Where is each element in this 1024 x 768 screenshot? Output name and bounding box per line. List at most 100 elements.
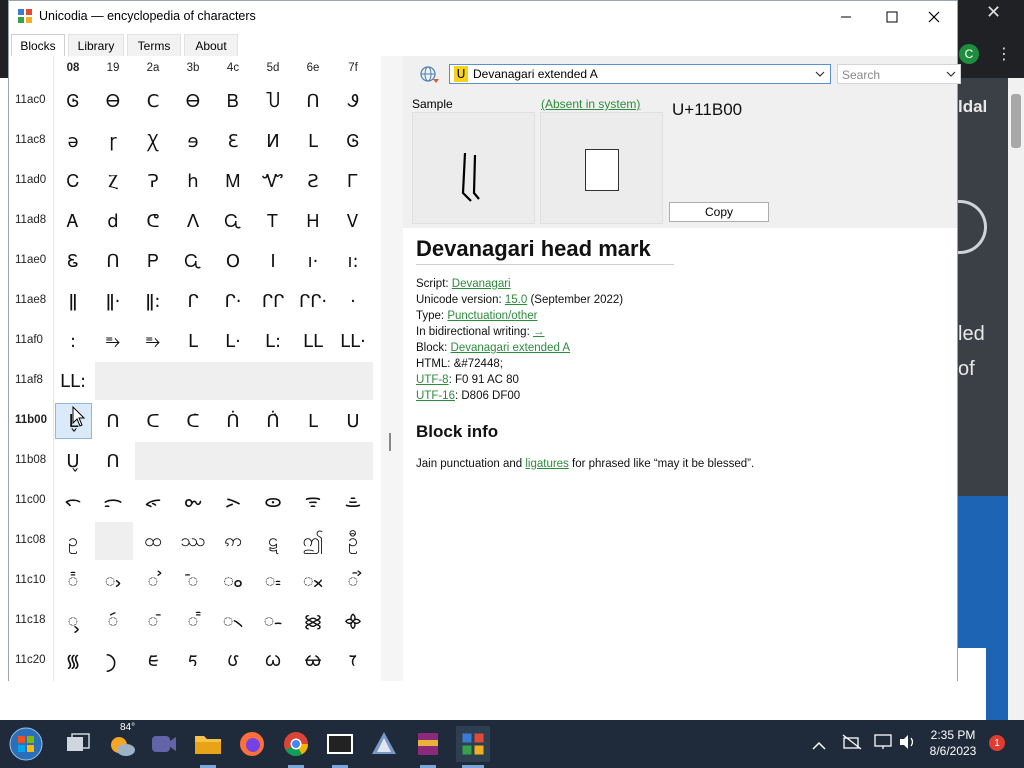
close-button[interactable]: [911, 1, 957, 32]
char-cell[interactable]: ᰁ: [173, 642, 213, 680]
display-tray-button[interactable]: [874, 734, 894, 754]
chevron-down-icon[interactable]: [946, 71, 956, 78]
char-cell[interactable]: Ꮹ: [213, 202, 253, 240]
network-tray-button[interactable]: [842, 734, 862, 754]
char-cell[interactable]: ᯪ: [213, 562, 253, 600]
winrar-button[interactable]: [412, 728, 444, 760]
char-cell[interactable]: ᯾: [53, 642, 93, 680]
char-cell[interactable]: ɘ: [173, 122, 213, 160]
char-cell[interactable]: Ⴎ: [253, 82, 293, 120]
ligatures-link[interactable]: ligatures: [525, 458, 568, 470]
char-cell[interactable]: ᯞ: [53, 482, 93, 520]
char-cell[interactable]: ᰃ: [253, 642, 293, 680]
utf16-link[interactable]: UTF-16: [416, 390, 455, 402]
char-cell[interactable]: Ꮆ: [53, 82, 93, 120]
char-cell[interactable]: Ꮲ: [133, 242, 173, 280]
title-bar[interactable]: Unicodia — encyclopedia of characters: [9, 1, 957, 32]
char-cell[interactable]: ᯭ: [333, 562, 373, 600]
char-cell[interactable]: ᑏ̇: [253, 402, 293, 440]
char-cell[interactable]: ᯬ: [293, 562, 333, 600]
panel-splitter[interactable]: [381, 56, 403, 681]
char-cell[interactable]: :: [53, 322, 93, 360]
char-cell[interactable]: ǁ: [53, 282, 93, 320]
char-cell[interactable]: ᒪᒪ:: [53, 362, 93, 400]
browser-scrollbar-thumb[interactable]: [1011, 94, 1021, 148]
char-cell[interactable]: ı:: [333, 242, 373, 280]
char-cell[interactable]: d: [93, 202, 133, 240]
char-cell[interactable]: ဋ: [253, 522, 293, 560]
char-cell[interactable]: ᒪᒪ: [293, 322, 333, 360]
char-cell[interactable]: ᰂ: [213, 642, 253, 680]
char-cell[interactable]: ᑎ: [93, 402, 133, 440]
char-cell[interactable]: Λ: [173, 202, 213, 240]
char-cell[interactable]: ⥱: [93, 322, 133, 360]
char-cell[interactable]: И: [253, 122, 293, 160]
absent-in-system-link[interactable]: (Absent in system): [541, 97, 640, 111]
char-cell[interactable]: Ꭺ: [53, 202, 93, 240]
file-explorer-button[interactable]: [192, 728, 224, 760]
browser-profile-avatar[interactable]: C: [959, 44, 979, 64]
char-cell[interactable]: ဢ: [213, 522, 253, 560]
char-cell[interactable]: ᒋᒋ·: [293, 282, 333, 320]
chrome-button[interactable]: [280, 728, 312, 760]
char-cell[interactable]: Ո: [293, 82, 333, 120]
char-cell[interactable]: Ɂ: [133, 162, 173, 200]
char-cell[interactable]: Ꮋ: [293, 202, 333, 240]
char-cell[interactable]: ᯽: [333, 602, 373, 640]
char-cell[interactable]: Ⅽ: [133, 82, 173, 120]
char-cell[interactable]: Ⲍ: [93, 162, 133, 200]
start-button[interactable]: [8, 726, 44, 762]
meet-app-button[interactable]: [148, 728, 180, 760]
tab-about[interactable]: About: [184, 34, 238, 56]
char-cell[interactable]: ә: [53, 122, 93, 160]
firefox-button[interactable]: [236, 728, 268, 760]
char-cell[interactable]: ᒪ: [293, 402, 333, 440]
char-cell[interactable]: ⥱: [133, 322, 173, 360]
char-cell[interactable]: ᯲: [213, 602, 253, 640]
char-cell[interactable]: ᒋᒋ: [253, 282, 293, 320]
clock[interactable]: 2:35 PM 8/6/2023: [926, 728, 980, 758]
7zip-button[interactable]: [324, 728, 356, 760]
char-cell[interactable]: ᑎ: [93, 442, 133, 480]
tab-blocks[interactable]: Blocks: [11, 34, 65, 56]
char-cell[interactable]: Ո: [93, 242, 133, 280]
minimize-button[interactable]: [823, 1, 869, 32]
char-cell[interactable]: ᑕ: [133, 402, 173, 440]
block-dropdown[interactable]: ᑌ Devanagari extended A: [449, 64, 831, 84]
char-cell[interactable]: Ꮎ: [173, 82, 213, 120]
char-cell[interactable]: h: [173, 162, 213, 200]
char-cell[interactable]: ᯟ: [93, 482, 133, 520]
type-link[interactable]: Punctuation/other: [447, 310, 537, 322]
browser-close-icon[interactable]: ✕: [986, 2, 1001, 23]
char-cell[interactable]: ᯮ: [53, 602, 93, 640]
copy-button[interactable]: Copy: [669, 202, 769, 222]
char-cell[interactable]: ᯱ: [173, 602, 213, 640]
inkscape-button[interactable]: [368, 728, 400, 760]
char-cell[interactable]: Ꮹ: [173, 242, 213, 280]
char-cell[interactable]: Ƨ: [293, 162, 333, 200]
char-cell[interactable]: ဿ: [173, 522, 213, 560]
char-cell[interactable]: Ꮩ: [333, 202, 373, 240]
char-cell[interactable]: ᕦ: [133, 202, 173, 240]
task-view-button[interactable]: [62, 728, 94, 760]
unicodia-taskbar-button[interactable]: [456, 726, 490, 762]
char-cell[interactable]: ǁ·: [93, 282, 133, 320]
char-cell[interactable]: ဦ: [333, 522, 373, 560]
char-cell[interactable]: ᒪᒪ·: [333, 322, 373, 360]
char-cell[interactable]: Ꮁ: [333, 162, 373, 200]
splitter-grip[interactable]: [389, 433, 391, 451]
char-cell[interactable]: ᯯ: [93, 602, 133, 640]
maximize-button[interactable]: [869, 1, 915, 32]
volume-tray-button[interactable]: [898, 734, 918, 754]
char-cell[interactable]: ᰅ: [333, 642, 373, 680]
char-cell[interactable]: ဤ: [293, 522, 333, 560]
utf8-link[interactable]: UTF-8: [416, 374, 449, 386]
char-cell[interactable]: Ꭲ: [253, 202, 293, 240]
notification-badge[interactable]: 1: [989, 735, 1005, 751]
char-cell[interactable]: Ꮙ: [253, 162, 293, 200]
bidi-link[interactable]: →: [533, 326, 545, 338]
char-cell[interactable]: ᯡ: [173, 482, 213, 520]
char-cell[interactable]: ᒪ: [173, 322, 213, 360]
char-cell[interactable]: ᒪ·: [213, 322, 253, 360]
char-cell[interactable]: ᑌ: [333, 402, 373, 440]
